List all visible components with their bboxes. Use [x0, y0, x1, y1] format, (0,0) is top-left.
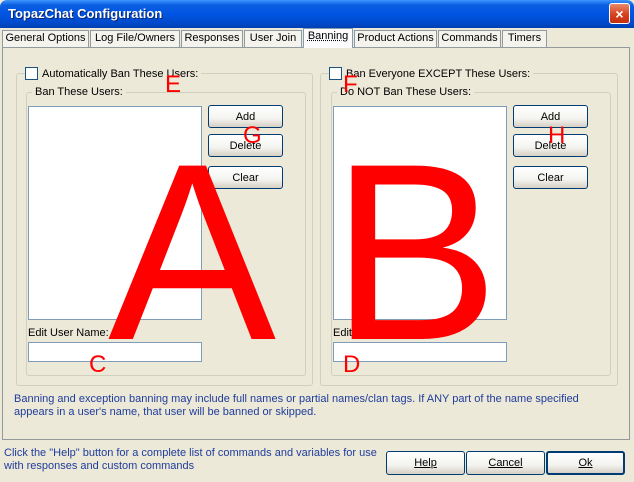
- checkbox-box[interactable]: [25, 67, 38, 80]
- ok-button[interactable]: Ok: [546, 451, 625, 475]
- tab-user-join[interactable]: User Join: [244, 30, 302, 47]
- tab-banning[interactable]: Banning: [303, 28, 353, 48]
- edit-user-name-label: Edit User Name:: [333, 327, 414, 339]
- auto-ban-group: Automatically Ban These Users: Ban These…: [16, 67, 313, 386]
- checkbox-box[interactable]: [329, 67, 342, 80]
- edit-user-name-input[interactable]: [333, 342, 507, 362]
- help-button-label: Help: [414, 457, 437, 469]
- close-button[interactable]: ×: [609, 3, 630, 24]
- tab-commands[interactable]: Commands: [438, 30, 501, 47]
- ban-except-group: Ban Everyone EXCEPT These Users: Do NOT …: [320, 67, 618, 386]
- ban-list-label: Ban These Users:: [32, 86, 126, 98]
- edit-user-name-input[interactable]: [28, 342, 202, 362]
- tab-general-options[interactable]: General Options: [2, 30, 89, 47]
- ban-except-checkbox[interactable]: Ban Everyone EXCEPT These Users:: [329, 67, 534, 80]
- cancel-button[interactable]: Cancel: [466, 451, 545, 475]
- auto-ban-checkbox[interactable]: Automatically Ban These Users:: [25, 67, 202, 80]
- ok-button-label: Ok: [578, 457, 593, 469]
- banning-info-text: Banning and exception banning may includ…: [14, 393, 579, 418]
- add-button[interactable]: Add: [208, 105, 283, 128]
- title-bar: TopazChat Configuration ×: [0, 0, 634, 28]
- tab-responses[interactable]: Responses: [181, 30, 243, 47]
- close-icon: ×: [615, 5, 624, 22]
- ban-list-group: Ban These Users: Edit User Name: Add Del…: [26, 86, 306, 376]
- add-button[interactable]: Add: [513, 105, 588, 128]
- clear-button[interactable]: Clear: [513, 166, 588, 189]
- help-button[interactable]: Help: [386, 451, 465, 475]
- delete-button[interactable]: Delete: [208, 134, 283, 157]
- help-note: Click the "Help" button for a complete l…: [4, 447, 377, 472]
- ban-users-list[interactable]: [28, 106, 202, 320]
- cancel-button-label: Cancel: [488, 457, 523, 469]
- delete-button[interactable]: Delete: [513, 134, 588, 157]
- clear-button[interactable]: Clear: [208, 166, 283, 189]
- tab-timers[interactable]: Timers: [502, 30, 547, 47]
- tab-product-actions[interactable]: Product Actions: [354, 30, 437, 47]
- edit-user-name-label: Edit User Name:: [28, 327, 109, 339]
- auto-ban-checkbox-label: Automatically Ban These Users:: [42, 67, 199, 80]
- no-ban-users-list[interactable]: [333, 106, 507, 320]
- no-ban-list-group: Do NOT Ban These Users: Edit User Name: …: [331, 86, 611, 376]
- ban-except-checkbox-label: Ban Everyone EXCEPT These Users:: [346, 67, 531, 80]
- window-title: TopazChat Configuration: [8, 6, 163, 21]
- no-ban-list-label: Do NOT Ban These Users:: [337, 86, 475, 98]
- banning-panel: Automatically Ban These Users: Ban These…: [2, 47, 630, 440]
- tab-log-file-owners[interactable]: Log File/Owners: [90, 30, 180, 47]
